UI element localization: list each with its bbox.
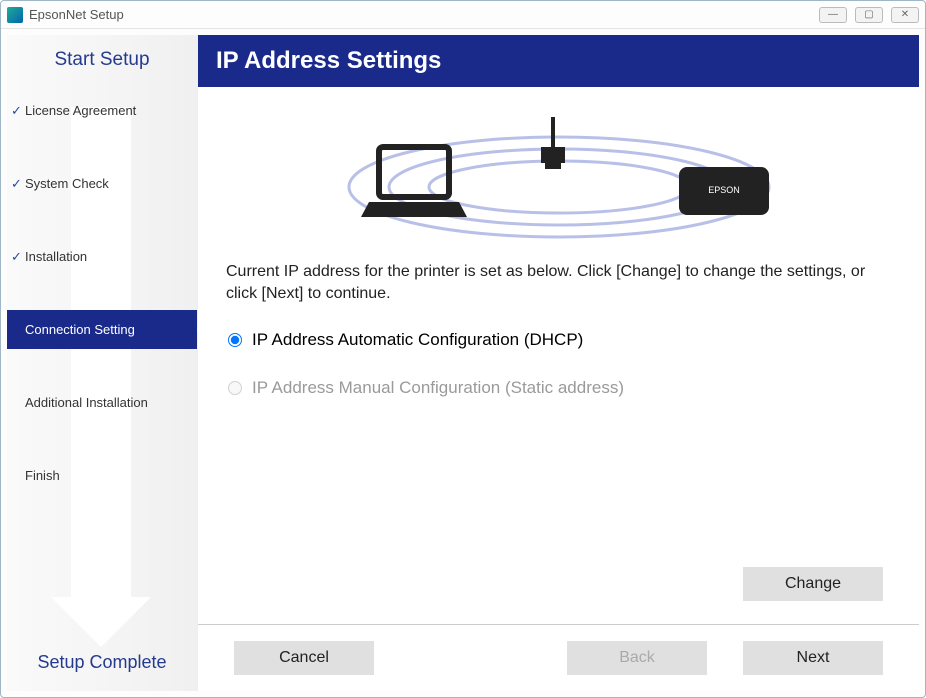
radio-static-input	[228, 381, 242, 395]
radio-dhcp[interactable]: IP Address Automatic Configuration (DHCP…	[228, 330, 889, 350]
step-label: Connection Setting	[25, 322, 135, 337]
main-panel: IP Address Settings	[197, 35, 919, 691]
ip-mode-radio-group: IP Address Automatic Configuration (DHCP…	[198, 330, 919, 398]
step-license: License Agreement	[7, 91, 197, 130]
instruction-text: Current IP address for the printer is se…	[198, 257, 919, 330]
step-finish: Finish	[7, 456, 197, 495]
app-icon	[7, 7, 23, 23]
step-label: Installation	[25, 249, 87, 264]
sidebar-start-label: Start Setup	[7, 49, 197, 71]
radio-dhcp-label: IP Address Automatic Configuration (DHCP…	[252, 330, 583, 350]
close-button[interactable]: ✕	[891, 7, 919, 23]
maximize-button[interactable]: ▢	[855, 7, 883, 23]
step-label: License Agreement	[25, 103, 136, 118]
step-installation: Installation	[7, 237, 197, 276]
radio-dhcp-input[interactable]	[228, 333, 242, 347]
window-title: EpsonNet Setup	[29, 7, 124, 22]
sidebar: Start Setup License Agreement System Che…	[7, 35, 197, 691]
bottom-bar: Cancel Back Next	[198, 624, 919, 675]
step-label: Additional Installation	[25, 395, 148, 410]
cancel-button[interactable]: Cancel	[234, 641, 374, 675]
app-window: EpsonNet Setup — ▢ ✕ Start Setup License…	[0, 0, 926, 698]
change-button[interactable]: Change	[743, 567, 883, 601]
progress-arrow-head	[51, 597, 151, 647]
step-connection-setting: Connection Setting	[7, 310, 197, 349]
laptop-icon	[361, 147, 467, 217]
router-icon	[541, 117, 565, 169]
step-additional-installation: Additional Installation	[7, 383, 197, 422]
step-label: System Check	[25, 176, 109, 191]
printer-icon: EPSON	[679, 167, 769, 215]
step-label: Finish	[25, 468, 60, 483]
step-system-check: System Check	[7, 164, 197, 203]
back-button: Back	[567, 641, 707, 675]
minimize-button[interactable]: —	[819, 7, 847, 23]
titlebar: EpsonNet Setup — ▢ ✕	[1, 1, 925, 29]
next-button[interactable]: Next	[743, 641, 883, 675]
page-title: IP Address Settings	[198, 35, 919, 87]
radio-static: IP Address Manual Configuration (Static …	[228, 378, 889, 398]
svg-text:EPSON: EPSON	[708, 185, 740, 195]
sidebar-complete-label: Setup Complete	[7, 652, 197, 673]
radio-static-label: IP Address Manual Configuration (Static …	[252, 378, 624, 398]
network-illustration: EPSON	[198, 87, 919, 257]
